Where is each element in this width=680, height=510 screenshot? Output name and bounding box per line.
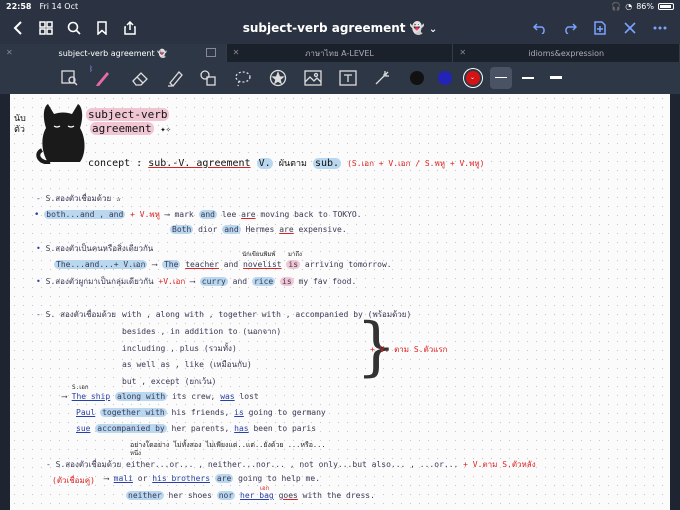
close-tab-icon[interactable]: ✕ (6, 48, 13, 57)
tab-idioms[interactable]: ✕ idioms&expression (453, 44, 680, 62)
drawing-toolbar: ᛒ ⌄ (0, 62, 680, 94)
headphones-icon: 🎧 (611, 1, 622, 11)
s2-heading: - S. สองตัวเชื่อมด้วย (36, 310, 116, 319)
s3-notes: อย่างใดอย่าง ไม่ทั้งสอง ไม่เพียงแต่..แต่… (130, 441, 326, 449)
stroke-medium[interactable] (522, 77, 534, 79)
close-tab-icon[interactable]: ✕ (233, 48, 240, 57)
stroke-thin-line (495, 77, 507, 78)
bluetooth-icon: ᛒ (89, 65, 113, 88)
tab-thai-alevel[interactable]: ✕ ภาษาไทย A-LEVEL (227, 44, 454, 62)
s1a-example-2: Both dior and Hermes are expensive. (170, 225, 347, 234)
s2-ex-label: S.เอก (72, 384, 89, 391)
highlighter-icon[interactable] (165, 68, 185, 88)
arrow-icon: ⟶ (164, 210, 170, 219)
eraser-icon[interactable] (130, 68, 150, 88)
concept-main: sub.-V. agreement (148, 158, 251, 169)
bookmark-icon[interactable] (88, 14, 116, 42)
add-page-icon[interactable] (586, 14, 614, 42)
tab-label: subject-verb agreement 👻 (58, 48, 168, 58)
color-swatch-black[interactable] (410, 71, 424, 85)
sticker-star-icon[interactable] (268, 68, 288, 88)
s1b-note-1: นักเขียนพิมพ์ (242, 251, 276, 258)
s3-rule: + V.ตาม S.ตัวหลัง (463, 460, 536, 469)
nav-bar: subject-verb agreement 👻 ⌄ (0, 12, 680, 44)
s2-line-3: including , plus (รวมทั้ง) (122, 344, 237, 353)
s3-ex-1: ⟶ mali or his brothers are going to help… (104, 474, 321, 483)
s2-line-2: besides , in addition to (นอกจาก) (122, 327, 282, 336)
search-icon[interactable] (60, 14, 88, 42)
s1-heading: - S.สองตัวเชื่อมด้วย ✰ (36, 194, 121, 203)
s1a-tag: both...and , and (44, 210, 126, 219)
status-date: Fri 14 Oct (39, 1, 79, 11)
concept-sub: sub. (312, 158, 342, 169)
undo-icon[interactable] (526, 14, 554, 42)
color-swatch-red[interactable]: ⌄ (466, 71, 480, 85)
scan-zoom-icon[interactable] (60, 68, 80, 88)
s1b-heading: • S.สองตัวเป็นคนหรือสิ่งเดียวกัน (36, 244, 154, 253)
cat-label: นับ ตัว (14, 114, 26, 135)
chevron-down-icon[interactable]: ⌄ (429, 24, 437, 35)
s1c-heading: S.สองตัวผูกมาเป็นกลุ่มเดียวกัน (45, 277, 154, 286)
s1b-note-2: มาถึง (288, 251, 302, 258)
s3-paren: (ตัวเชื่อมคู่) (52, 476, 95, 485)
s1c-line: • S.สองตัวผูกมาเป็นกลุ่มเดียวกัน +V.เอก … (36, 277, 357, 286)
s3-heading-line: - S.สองตัวเชื่อมด้วย either...or... , ne… (46, 458, 536, 471)
split-view-icon[interactable] (205, 48, 216, 57)
concept-v: V. (256, 158, 273, 169)
title-line-1: subject-verb (86, 108, 170, 121)
star-icon: ✰ (116, 194, 121, 203)
s3-notes-sub: หนึ่ง (130, 450, 141, 457)
stroke-thin-selected[interactable] (490, 67, 512, 89)
close-pen-icon[interactable] (616, 14, 644, 42)
tab-label: idioms&expression (528, 48, 605, 58)
s1b-line: The...and...+ V.เอก ⟶ The teacher and no… (54, 260, 392, 269)
shapes-icon[interactable] (198, 68, 218, 88)
s1b-tag: The...and...+ V.เอก (54, 260, 148, 269)
concept-rule: (S.เอก + V.เอก / S.พหู + V.พหู) (347, 159, 485, 168)
battery-icon (658, 2, 674, 10)
s2-line-5: but , except (ยกเว้น) (122, 377, 217, 386)
tab-label: ภาษาไทย A-LEVEL (305, 48, 374, 58)
battery-percent: 86% (636, 1, 654, 11)
wifi-icon: ◔ (625, 1, 633, 11)
selected-check-icon: ⌄ (470, 74, 476, 81)
document-title-text[interactable]: subject-verb agreement 👻 (243, 21, 425, 35)
s3-ex-2: neither her shoes nor her bag goes with … (126, 491, 375, 500)
close-tab-icon[interactable]: ✕ (459, 48, 466, 57)
status-right: 🎧 ◔ 86% (611, 2, 674, 11)
grid-view-icon[interactable] (32, 14, 60, 42)
s1a-line: • both...and , and + V.พหู ⟶ mark and le… (34, 210, 362, 220)
sparkle-icon: ✦✧ (160, 125, 172, 135)
redo-icon[interactable] (556, 14, 584, 42)
lasso-icon[interactable] (233, 68, 253, 88)
s3-heading: - S.สองตัวเชื่อมด้วย (46, 460, 122, 469)
image-icon[interactable] (303, 68, 323, 88)
s1a-rule: + V.พหู (130, 210, 160, 219)
s2-ex-3: sue accompanied by her parents, has been… (76, 424, 317, 433)
s2-ex-1: ⟶ The ship along with its crew, was lost (62, 392, 259, 401)
color-swatch-blue[interactable] (438, 71, 452, 85)
s3-conj: either...or... , neither...nor... , not … (126, 460, 459, 469)
s2-rule: + V. ตาม S.ตัวแรก (370, 345, 448, 354)
share-icon[interactable] (116, 14, 144, 42)
tab-bar: ✕ subject-verb agreement 👻 ✕ ภาษาไทย A-L… (0, 44, 680, 62)
concept-thai: ผันตาม (278, 159, 307, 169)
concept-line: concept : sub.-V. agreement V. ผันตาม su… (88, 156, 484, 170)
concept-label: concept : (88, 158, 143, 169)
tab-subject-verb[interactable]: ✕ subject-verb agreement 👻 (0, 44, 227, 62)
back-chevron-icon[interactable] (4, 14, 32, 42)
title-line-2: agreement ✦✧ (90, 122, 172, 135)
text-box-icon[interactable] (338, 68, 358, 88)
more-options-icon[interactable] (646, 14, 674, 42)
s2-line-4: as well as , like (เหมือนกับ) (122, 360, 252, 369)
status-time: 22:58 (6, 1, 32, 11)
status-bar: 22:58 Fri 14 Oct 🎧 ◔ 86% (0, 0, 680, 12)
note-page[interactable]: นับ ตัว subject-verb agreement ✦✧ concep… (10, 94, 670, 510)
s2-ex-2: Paul together with his friends, is going… (76, 408, 326, 417)
black-cat-doodle (36, 104, 85, 164)
stroke-thick[interactable] (550, 76, 562, 79)
laser-pointer-icon[interactable] (372, 68, 392, 88)
